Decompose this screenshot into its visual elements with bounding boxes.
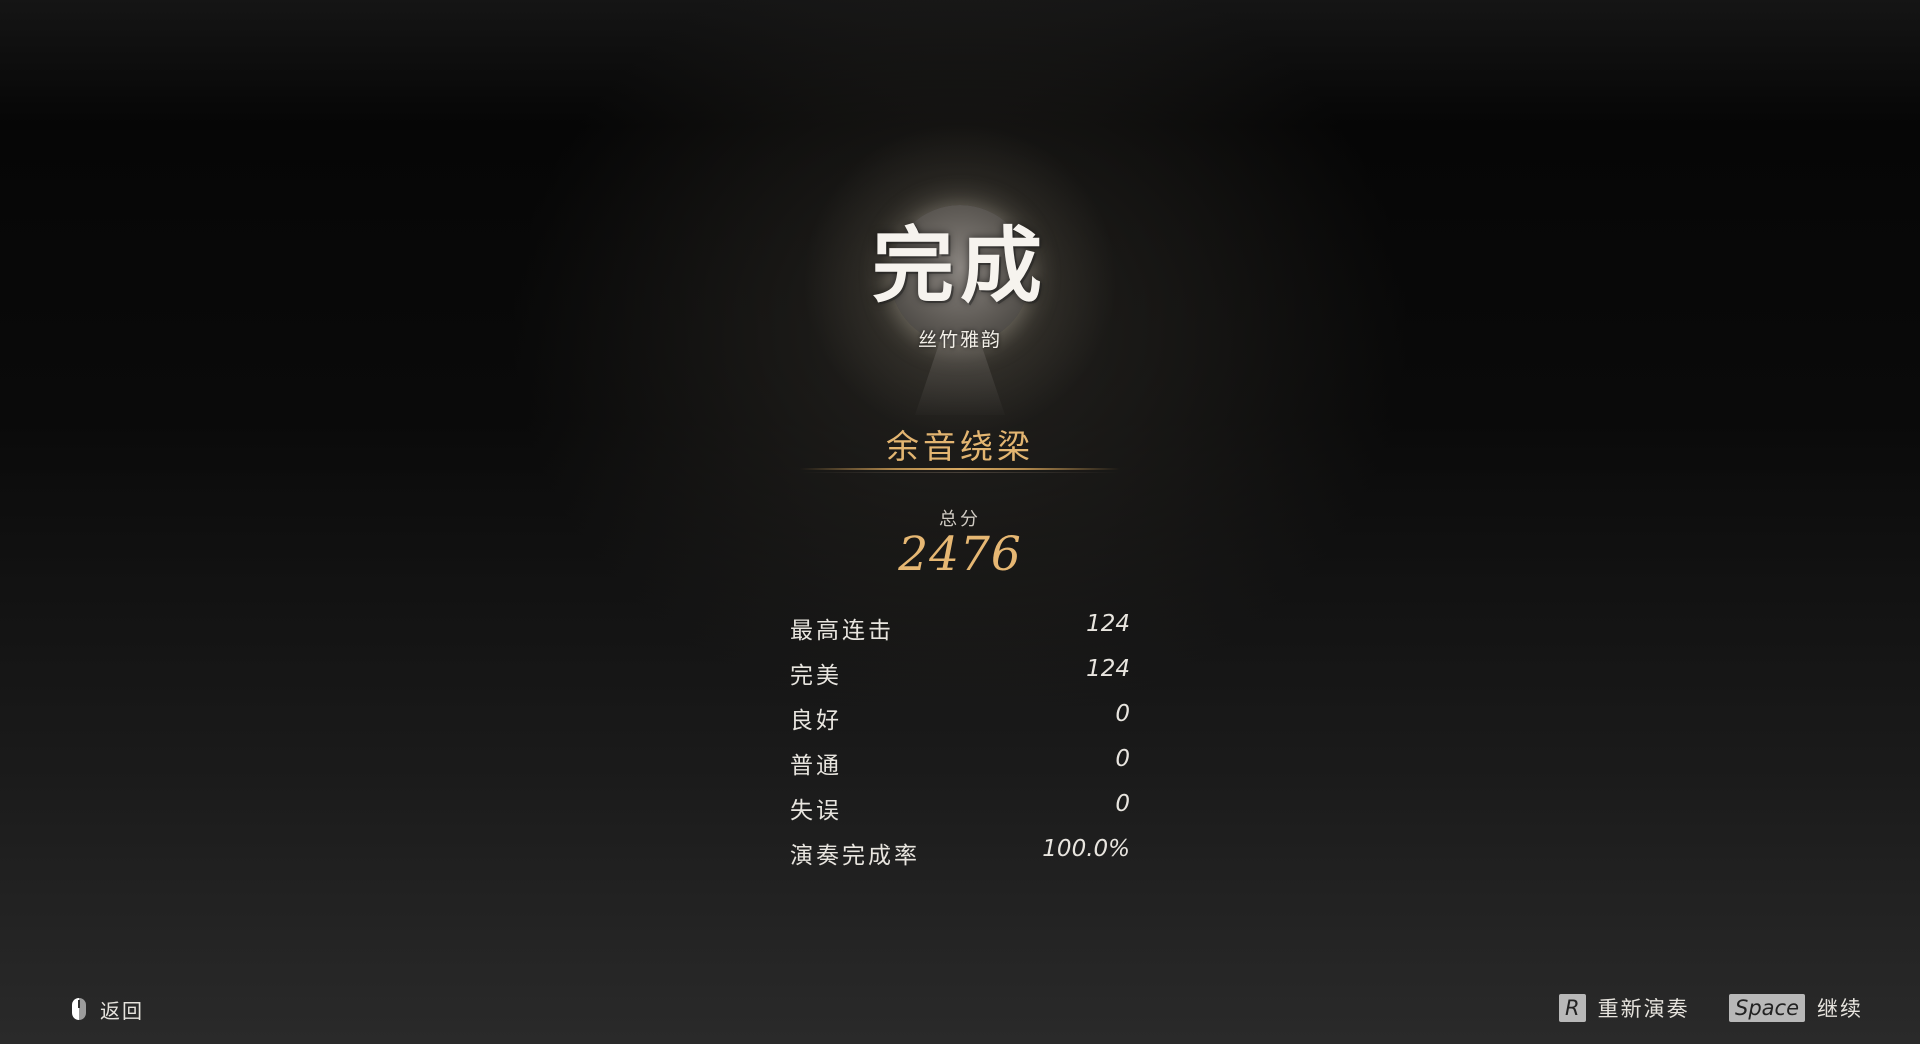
stat-label: 失误 <box>790 798 842 824</box>
stat-value: 124 <box>1086 611 1130 637</box>
r-key-icon: R <box>1559 994 1586 1022</box>
stat-value: 124 <box>1086 656 1130 682</box>
replay-label: 重新演奏 <box>1597 997 1690 1021</box>
rank-divider-shadow <box>800 472 1120 473</box>
stat-label: 最高连击 <box>790 618 894 644</box>
stat-row-miss: 失误 0 <box>790 787 1130 832</box>
rank-title: 余音绕梁 <box>886 427 1034 466</box>
stat-label: 演奏完成率 <box>790 843 920 869</box>
stat-row-max-combo: 最高连击 124 <box>790 607 1130 652</box>
song-name: 丝竹雅韵 <box>917 329 1002 351</box>
back-button[interactable]: 返回 <box>72 994 144 1024</box>
stat-row-good: 良好 0 <box>790 697 1130 742</box>
stat-label: 良好 <box>790 708 842 734</box>
stat-label: 普通 <box>790 753 842 779</box>
stats-list: 最高连击 124 完美 124 良好 0 普通 0 失误 0 演奏完成率 100… <box>790 607 1130 877</box>
replay-button[interactable]: R 重新演奏 <box>1559 993 1690 1023</box>
stat-value: 0 <box>1115 791 1130 817</box>
space-key-icon: Space <box>1729 994 1805 1022</box>
continue-button[interactable]: Space 继续 <box>1729 993 1863 1023</box>
back-label: 返回 <box>100 998 144 1023</box>
stat-value: 0 <box>1115 746 1130 772</box>
stat-row-perfect: 完美 124 <box>790 652 1130 697</box>
stat-row-normal: 普通 0 <box>790 742 1130 787</box>
total-score-value: 2476 <box>898 527 1022 582</box>
continue-label: 继续 <box>1817 997 1863 1021</box>
results-screen: 完成 丝竹雅韵 余音绕梁 总分 2476 最高连击 124 完美 124 良好 … <box>0 0 1920 1044</box>
stat-label: 完美 <box>790 663 842 689</box>
stat-value: 0 <box>1115 701 1130 727</box>
completion-title: 完成 <box>871 218 1048 314</box>
stat-value: 100.0% <box>1042 836 1130 862</box>
stat-row-completion-rate: 演奏完成率 100.0% <box>790 832 1130 877</box>
completion-emblem: 完成 丝竹雅韵 <box>790 110 1130 450</box>
mouse-left-click-icon <box>72 998 86 1020</box>
rank-divider <box>800 468 1120 470</box>
